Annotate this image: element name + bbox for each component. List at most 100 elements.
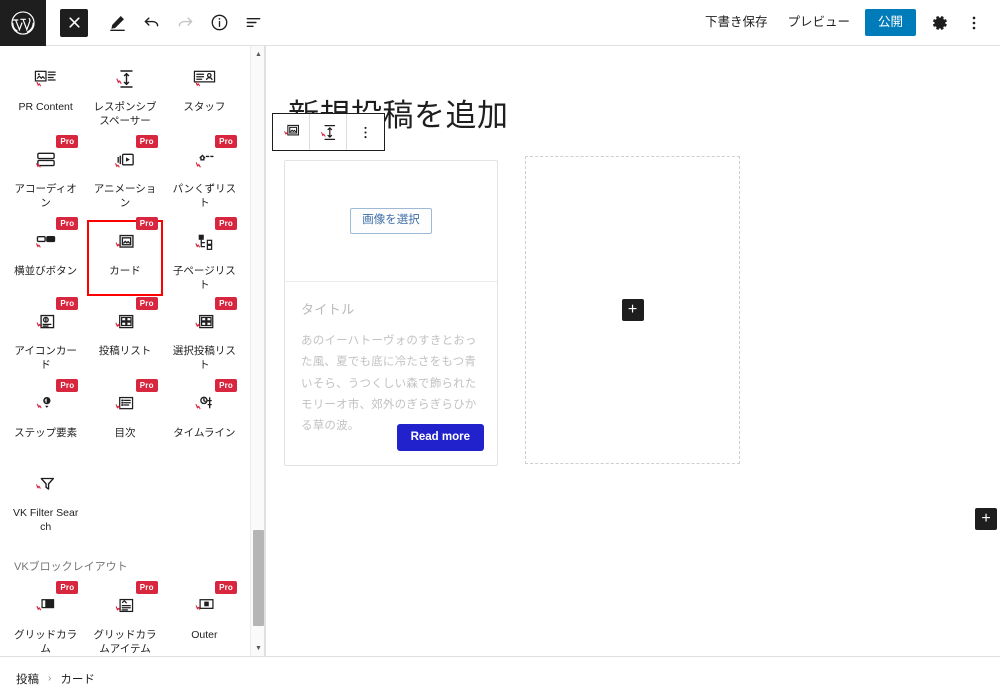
staff-icon (191, 66, 217, 92)
pro-badge: Pro (56, 379, 79, 392)
post-list-icon (112, 310, 138, 336)
block-item-label: 目次 (114, 427, 136, 439)
block-type-card-button[interactable] (273, 114, 310, 150)
card-body: タイトル あのイーハトーヴォのすきとおった風、夏でも底に冷たさをもつ青いそら、う… (285, 282, 497, 437)
block-item-label: タイムライン (173, 427, 236, 439)
list-view-icon[interactable] (238, 8, 268, 38)
selected-post-list-icon (191, 310, 217, 336)
block-item-selected-post-list[interactable]: Pro 選択投稿リスト (165, 297, 244, 380)
more-vertical-icon[interactable] (958, 7, 990, 39)
card-footer: Read more (396, 423, 484, 451)
breadcrumb-item-card[interactable]: カード (60, 671, 95, 687)
pro-badge: Pro (215, 581, 237, 594)
block-item-grid-column-item[interactable]: Pro グリッドカラムアイテム (85, 581, 164, 656)
editor-canvas: 新規投稿を追加 画像を選択 タイトル あのイーハトーヴォのすきとおった風、夏でも… (266, 46, 1000, 700)
block-item-grid-column[interactable]: Pro グリッドカラム (6, 581, 85, 656)
outer-icon (191, 594, 217, 620)
block-item-label: 選択投稿リスト (172, 345, 236, 372)
card-body-text[interactable]: あのイーハトーヴォのすきとおった風、夏でも底に冷たさをもつ青いそら、うつくしい森… (301, 331, 481, 437)
step-element-icon (33, 392, 59, 418)
scrollbar-thumb[interactable] (253, 530, 264, 626)
icon-card-icon (33, 310, 59, 336)
block-item-responsive-spacer[interactable]: レスポンシブスペーサー (85, 54, 164, 136)
card-icon (112, 230, 138, 256)
block-item-icon-card[interactable]: Pro アイコンカード (6, 297, 85, 380)
block-grid-vk-blocks: PR Content レスポンシブスペーサー スタッフ Pro アコーディオン … (0, 54, 250, 542)
pro-badge: Pro (135, 379, 158, 392)
block-item-vk-filter-search[interactable]: VK Filter Search (6, 460, 85, 542)
pro-badge: Pro (56, 581, 79, 594)
button-row-icon (33, 230, 59, 256)
inserter-scrollbar[interactable]: ▲ ▼ (250, 46, 265, 656)
scroll-down-arrow-icon[interactable]: ▼ (251, 641, 266, 655)
pro-badge: Pro (215, 379, 237, 392)
card-image-placeholder: 画像を選択 (285, 161, 497, 282)
wordpress-logo-icon[interactable] (0, 0, 46, 46)
block-item-animation[interactable]: Pro アニメーション (85, 135, 164, 218)
pro-badge: Pro (215, 217, 237, 230)
card-title-placeholder[interactable]: タイトル (301, 299, 481, 318)
block-item-label: パンくずリスト (172, 183, 237, 210)
filter-search-icon (33, 472, 59, 498)
preview-button[interactable]: プレビュー (778, 10, 859, 35)
block-item-label: アニメーション (93, 183, 157, 210)
card-block[interactable]: 画像を選択 タイトル あのイーハトーヴォのすきとおった風、夏でも底に冷たさをもつ… (284, 160, 498, 466)
block-item-outer[interactable]: Pro Outer (165, 581, 244, 656)
block-inserter-scroll-content: PR Content レスポンシブスペーサー スタッフ Pro アコーディオン … (0, 46, 250, 656)
block-item-label: レスポンシブスペーサー (93, 101, 157, 128)
pr-content-icon (33, 66, 59, 92)
responsive-spacer-button[interactable] (310, 114, 347, 150)
pro-badge: Pro (135, 581, 158, 594)
scroll-up-arrow-icon[interactable]: ▲ (251, 47, 266, 61)
pro-badge: Pro (135, 297, 158, 310)
child-page-list-icon (191, 230, 217, 256)
breadcrumb: 投稿 › カード (0, 656, 1000, 700)
block-item-label: グリッドカラムアイテム (93, 629, 157, 656)
accordion-icon (33, 148, 59, 174)
info-circle-icon[interactable] (204, 8, 234, 38)
block-item-child-page-list[interactable]: Pro 子ページリスト (165, 217, 244, 298)
responsive-spacer-icon (112, 66, 138, 92)
block-more-options-button[interactable] (347, 114, 384, 150)
block-item-post-list[interactable]: Pro 投稿リスト (85, 297, 164, 380)
table-of-contents-icon (112, 392, 138, 418)
plus-icon[interactable]: + (621, 299, 644, 321)
block-item-label: VK Filter Search (12, 507, 79, 534)
block-item-label: PR Content (18, 101, 73, 113)
undo-arrow-icon[interactable] (136, 8, 166, 38)
block-item-button-row[interactable]: Pro 横並びボタン (6, 217, 85, 298)
block-item-table-of-contents[interactable]: Pro 目次 (85, 379, 164, 460)
breadcrumb-separator: › (48, 673, 52, 684)
pro-badge: Pro (135, 217, 158, 230)
breadcrumb-item-post[interactable]: 投稿 (16, 671, 39, 687)
block-item-staff[interactable]: スタッフ (165, 54, 244, 136)
block-item-accordion[interactable]: Pro アコーディオン (6, 135, 85, 218)
publish-button[interactable]: 公開 (864, 9, 916, 36)
block-item-label: ステップ要素 (14, 427, 78, 439)
read-more-button[interactable]: Read more (396, 423, 484, 451)
add-block-button[interactable]: + (975, 508, 997, 530)
top-bar-left-tools (46, 0, 268, 46)
redo-arrow-icon[interactable] (170, 8, 200, 38)
pro-badge: Pro (135, 135, 158, 148)
animation-icon (112, 148, 138, 174)
block-item-card[interactable]: Pro カード (85, 217, 164, 298)
grid-column-item-icon (112, 594, 138, 620)
save-draft-button[interactable]: 下書き保存 (696, 10, 777, 35)
wordpress-block-editor: 下書き保存 プレビュー 公開 PR Content レスポンシブスペーサー スタ… (0, 0, 1000, 700)
close-inserter-button[interactable] (60, 8, 88, 37)
block-item-pr-content[interactable]: PR Content (6, 54, 85, 136)
block-toolbar (272, 113, 385, 151)
pencil-icon[interactable] (102, 8, 132, 38)
block-item-timeline[interactable]: Pro タイムライン (165, 379, 244, 460)
editor-top-bar: 下書き保存 プレビュー 公開 (0, 0, 1000, 46)
block-grid-vk-block-layout: Pro グリッドカラム Pro グリッドカラムアイテム Pro Outer (0, 581, 250, 656)
block-item-label: アコーディオン (14, 183, 77, 210)
block-item-breadcrumb[interactable]: Pro パンくずリスト (165, 135, 244, 218)
gear-icon[interactable] (924, 7, 956, 39)
block-appender-placeholder[interactable]: + (525, 156, 740, 464)
pro-badge: Pro (215, 297, 237, 310)
grid-column-icon (33, 594, 59, 620)
block-item-step-element[interactable]: Pro ステップ要素 (6, 379, 85, 460)
select-image-button[interactable]: 画像を選択 (350, 208, 432, 234)
